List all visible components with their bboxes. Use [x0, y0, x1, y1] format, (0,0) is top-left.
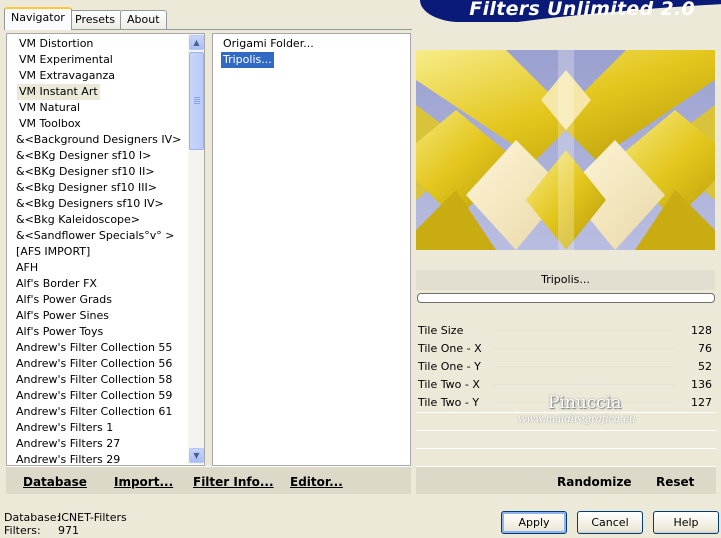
category-item[interactable]: AFH [14, 260, 40, 276]
category-item[interactable]: Andrew's Filter Collection 55 [14, 340, 174, 356]
category-item[interactable]: &<Sandflower Specials°v° > [14, 228, 177, 244]
param-value: 136 [691, 378, 712, 391]
category-item[interactable]: &<Bkg Kaleidoscope> [14, 212, 142, 228]
param-value: 128 [691, 324, 712, 337]
category-item[interactable]: &<Bkg Designer sf10 III> [14, 180, 159, 196]
category-item[interactable]: Andrew's Filter Collection 56 [14, 356, 174, 372]
param-slider[interactable]: Tile One - Y 52 [416, 358, 716, 376]
status-filters-value: 971 [58, 524, 79, 537]
right-toolbar: Randomize Reset [416, 466, 716, 494]
category-item[interactable]: Alf's Border FX [14, 276, 99, 292]
slider-track[interactable] [492, 384, 676, 385]
category-item[interactable]: Alf's Power Sines [14, 308, 111, 324]
category-item[interactable]: Andrew's Filter Collection 58 [14, 372, 174, 388]
slider-track[interactable] [492, 366, 676, 367]
app-title: Filters Unlimited 2.0 [469, 0, 695, 20]
category-item[interactable]: VM Distortion [17, 36, 95, 52]
reset-button[interactable]: Reset [656, 475, 694, 489]
tab-presets-label: Presets [75, 13, 116, 26]
param-value: 52 [698, 360, 712, 373]
param-divider [416, 430, 716, 431]
param-slider[interactable]: Tile Size 128 [416, 322, 716, 340]
param-value: 127 [691, 396, 712, 409]
cancel-button[interactable]: Cancel [577, 511, 643, 534]
param-name: Tile Two - X [418, 378, 480, 391]
category-list[interactable]: VM Distortion VM Experimental VM Extravaga… [6, 33, 205, 466]
category-item[interactable]: VM Natural [17, 100, 82, 116]
param-name: Tile One - X [418, 342, 482, 355]
filter-item[interactable]: Origami Folder... [221, 36, 316, 52]
category-item[interactable]: Alf's Power Grads [14, 292, 114, 308]
category-item[interactable]: VM Toolbox [17, 116, 83, 132]
scroll-up-arrow-icon[interactable]: ▲ [189, 35, 204, 50]
status-filters-label: Filters: [4, 524, 41, 537]
database-button[interactable]: Database [23, 475, 87, 489]
tab-navigator-label: Navigator [11, 11, 65, 24]
category-item[interactable]: &<BKg Designer sf10 I> [14, 148, 153, 164]
param-name: Tile Two - Y [418, 396, 480, 409]
status-database-value: ICNET-Filters [58, 511, 127, 524]
help-button[interactable]: Help [653, 511, 719, 534]
category-item[interactable]: &<Background Designers IV> [14, 132, 183, 148]
tab-about-label: About [127, 13, 160, 26]
category-item[interactable]: VM Experimental [17, 52, 115, 68]
param-slider[interactable]: Tile One - X 76 [416, 340, 716, 358]
filter-item[interactable]: Tripolis... [221, 52, 274, 68]
category-item[interactable]: Andrew's Filters 1 [14, 420, 115, 436]
param-name: Tile One - Y [418, 360, 481, 373]
progress-bar [417, 293, 715, 303]
category-item[interactable]: Andrew's Filters 29 [14, 452, 122, 465]
import-button[interactable]: Import... [114, 475, 173, 489]
param-value: 76 [698, 342, 712, 355]
tab-about[interactable]: About [120, 10, 167, 29]
scrollbar-grip-icon [194, 97, 200, 98]
app-banner: Filters Unlimited 2.0 [420, 0, 721, 22]
filter-info-button[interactable]: Filter Info... [193, 475, 274, 489]
tripolis-preview-graphic [396, 50, 721, 250]
category-item[interactable]: VM Extravaganza [17, 68, 117, 84]
category-scrollbar[interactable]: ▲ ▼ [188, 34, 204, 464]
watermark-url: www.maidiregrafica.eu [518, 414, 636, 425]
category-item[interactable]: &<Bkg Designers sf10 IV> [14, 196, 166, 212]
filter-name-bar: Tripolis... [416, 270, 715, 290]
scrollbar-thumb[interactable] [189, 52, 204, 150]
filter-name-label: Tripolis... [541, 273, 590, 286]
tab-presets[interactable]: Presets [68, 10, 123, 29]
status-database-label: Database: [4, 511, 61, 524]
param-slider[interactable]: Tile Two - X 136 [416, 376, 716, 394]
category-item[interactable]: &<BKg Designer sf10 II> [14, 164, 157, 180]
category-item[interactable]: [AFS IMPORT] [14, 244, 92, 260]
category-items: VM Distortion VM Experimental VM Extravaga… [7, 34, 187, 465]
param-name: Tile Size [418, 324, 464, 337]
tab-navigator[interactable]: Navigator [4, 7, 72, 30]
slider-track[interactable] [492, 330, 676, 331]
scroll-down-arrow-icon[interactable]: ▼ [189, 448, 204, 463]
filter-list[interactable]: Origami Folder... Tripolis... [212, 33, 411, 466]
left-toolbar: Database Import... Filter Info... Editor… [6, 466, 411, 494]
editor-button[interactable]: Editor... [290, 475, 343, 489]
param-divider [416, 448, 716, 449]
category-item[interactable]: Andrew's Filter Collection 61 [14, 404, 174, 420]
preview-image [396, 50, 721, 250]
category-item[interactable]: Andrew's Filter Collection 59 [14, 388, 174, 404]
category-item[interactable]: Alf's Power Toys [14, 324, 105, 340]
filter-items: Origami Folder... Tripolis... [213, 34, 410, 465]
randomize-button[interactable]: Randomize [557, 475, 631, 489]
apply-button[interactable]: Apply [501, 511, 567, 534]
watermark-name: Pinuccia [548, 393, 622, 413]
category-item[interactable]: Andrew's Filters 27 [14, 436, 122, 452]
category-item[interactable]: VM Instant Art [17, 84, 100, 100]
slider-track[interactable] [492, 348, 676, 349]
